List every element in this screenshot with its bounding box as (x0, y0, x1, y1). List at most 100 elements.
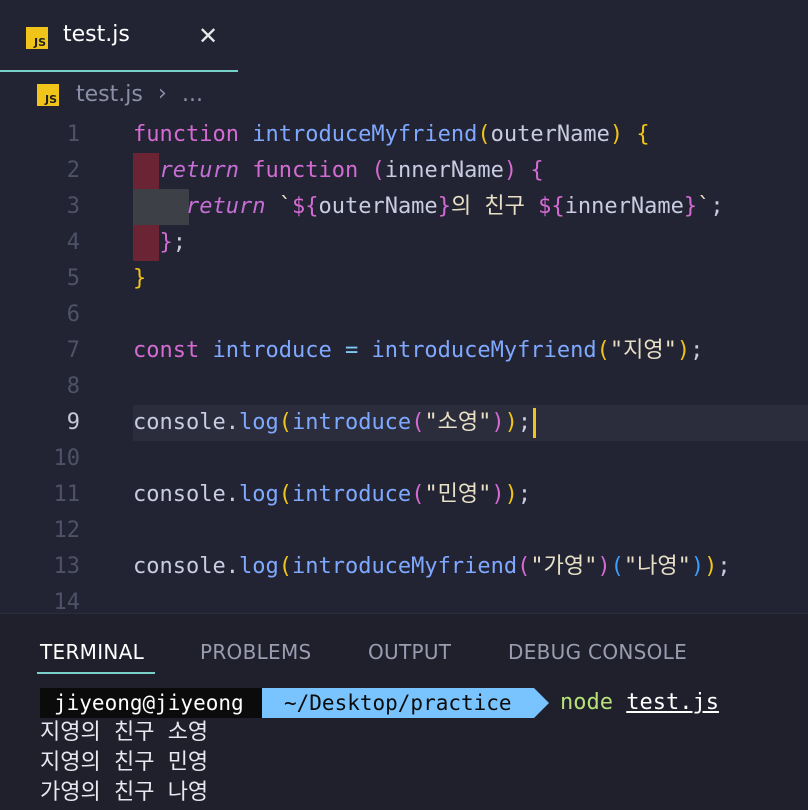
code-token: ` (278, 194, 292, 219)
code-token: ; (710, 194, 724, 219)
code-token: ) (704, 554, 718, 579)
code-token: ) (491, 482, 505, 507)
code-token: introduce (291, 482, 412, 507)
breadcrumb: JS test.js › ... (0, 74, 808, 116)
line-number: 9 (66, 410, 80, 435)
tab-test-js[interactable]: JS test.js ✕ (0, 0, 238, 72)
code-token: "지영" (609, 338, 677, 363)
prompt-user: jiyeong@jiyeong (40, 688, 262, 718)
breadcrumb-file[interactable]: test.js (76, 82, 143, 107)
code-line[interactable]: 7 const introduce = introduceMyfriend("지영… (0, 333, 808, 369)
code-token: } (683, 194, 698, 219)
code-line[interactable]: 12 (0, 513, 808, 549)
line-number: 1 (66, 122, 80, 147)
code-line[interactable]: 5} (0, 261, 808, 297)
code-token: introduceMyfriend (252, 122, 478, 147)
code-line[interactable]: 1 function introduceMyfriend(outerName) { (0, 117, 808, 153)
code-token: function (252, 158, 359, 183)
breadcrumb-javascript-file-icon: JS (37, 84, 59, 106)
code-token: ` (697, 194, 711, 219)
code-line[interactable]: 11 console.log(introduce("민영")); (0, 477, 808, 513)
tab-output[interactable]: OUTPUT (368, 640, 451, 664)
tab-title: test.js (63, 22, 130, 47)
code-text: return `${outerName}의 친구 ${innerName}`; (133, 189, 724, 225)
code-token: introduce (212, 338, 332, 363)
code-token: introduce (291, 410, 412, 435)
code-line[interactable]: 3 return `${outerName}의 친구 ${innerName}`… (0, 189, 808, 225)
code-token: function (133, 122, 239, 147)
code-token: "나영" (623, 554, 691, 579)
active-tab-indicator (37, 672, 155, 674)
code-line[interactable]: 9 console.log(introduce("소영")); (0, 405, 808, 441)
code-line[interactable]: 4 }; (0, 225, 808, 261)
code-token: . (225, 410, 239, 435)
code-token: log (238, 554, 279, 579)
code-text: } (133, 261, 146, 297)
tab-debug-console[interactable]: DEBUG CONSOLE (508, 640, 687, 664)
code-token: ( (610, 554, 624, 579)
code-token: console (133, 410, 226, 435)
code-token: ) (597, 554, 611, 579)
code-token: ( (278, 482, 292, 507)
code-token: . (225, 554, 239, 579)
tab-terminal[interactable]: TERMINAL (40, 640, 144, 664)
code-token: ( (596, 338, 610, 363)
code-token: ( (278, 410, 292, 435)
close-icon[interactable]: ✕ (198, 22, 218, 50)
code-line[interactable]: 2 return function (innerName) { (0, 153, 808, 189)
code-token: ; (690, 338, 704, 363)
code-token: ) (491, 410, 505, 435)
line-number: 6 (66, 302, 80, 327)
code-line[interactable]: 8 (0, 369, 808, 405)
code-token: ) (504, 410, 518, 435)
code-line[interactable]: 14 (0, 585, 808, 613)
tab-problems[interactable]: PROBLEMS (200, 640, 312, 664)
command-argument[interactable]: test.js (626, 690, 719, 715)
code-line[interactable]: 6 (0, 297, 808, 333)
code-token: log (238, 410, 279, 435)
code-line[interactable]: 10 (0, 441, 808, 477)
code-text: const introduce = introduceMyfriend("지영"… (133, 333, 703, 369)
terminal-output-line: 지영의 친구 소영 (40, 720, 209, 745)
prompt-separator-arrow (534, 688, 549, 718)
code-token: ( (477, 122, 491, 147)
code-token: outerName (490, 122, 610, 147)
code-text: console.log(introduce("소영")); (133, 405, 537, 441)
code-token: } (437, 194, 451, 219)
code-token: = (344, 338, 359, 363)
code-token: ( (278, 554, 292, 579)
code-token: innerName (384, 158, 504, 183)
line-number: 2 (66, 158, 80, 183)
code-token: outerName (318, 194, 438, 219)
command-name: node (560, 690, 613, 715)
code-token: ${ (291, 194, 319, 219)
code-line[interactable]: 13 console.log(introduceMyfriend("가영")("나… (0, 549, 808, 585)
code-token: ${ (538, 194, 565, 219)
code-token: innerName (564, 194, 684, 219)
code-token: ( (411, 410, 425, 435)
line-number: 4 (66, 230, 80, 255)
line-number: 14 (53, 590, 81, 613)
text-cursor (533, 408, 537, 438)
code-token: ) (504, 482, 518, 507)
code-token: ; (517, 482, 532, 507)
javascript-file-icon: JS (26, 27, 48, 49)
terminal-output-line: 가영의 친구 나영 (40, 780, 209, 805)
code-token: ( (517, 554, 531, 579)
breadcrumb-symbols[interactable]: ... (182, 82, 203, 107)
code-editor[interactable]: 1 function introduceMyfriend(outerName) {… (0, 115, 808, 613)
prompt-path: ~/Desktop/practice (262, 688, 534, 718)
line-number: 11 (53, 482, 81, 507)
code-token: ) (503, 158, 518, 183)
line-number: 7 (66, 338, 80, 363)
line-number: 12 (53, 518, 81, 543)
line-number: 8 (66, 374, 80, 399)
tab-bar: JS test.js ✕ (0, 0, 808, 72)
